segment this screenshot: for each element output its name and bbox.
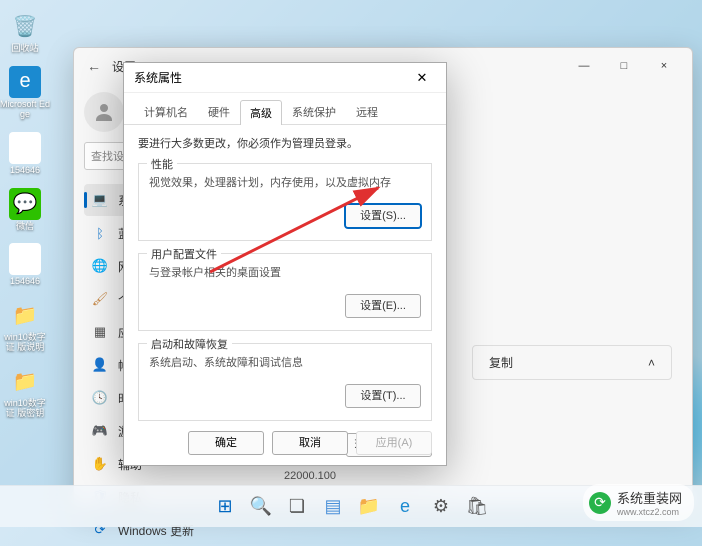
desktop-icon-folder-1[interactable]: 📁win10数字证 版说明 bbox=[0, 299, 50, 353]
ok-button[interactable]: 确定 bbox=[188, 431, 264, 455]
tab-3[interactable]: 系统保护 bbox=[282, 99, 346, 124]
store-icon: 🛍 bbox=[466, 496, 489, 517]
performance-settings-button[interactable]: 设置(S)... bbox=[345, 204, 421, 228]
desktop-icon-settings-shortcut-1[interactable]: ⚙ 154646 bbox=[0, 132, 50, 176]
taskbar-taskview[interactable]: ❏ bbox=[282, 492, 312, 522]
tab-0[interactable]: 计算机名 bbox=[134, 99, 198, 124]
settings-icon: ⚙ bbox=[433, 496, 449, 517]
desktop-icon-wechat[interactable]: 💬 微信 bbox=[0, 188, 50, 232]
wechat-icon: 💬 bbox=[9, 188, 41, 220]
cancel-button[interactable]: 取消 bbox=[272, 431, 348, 455]
nav-time-icon: 🕓 bbox=[92, 390, 108, 406]
folder-1-icon: 📁 bbox=[9, 299, 41, 331]
taskbar-start[interactable]: ⊞ bbox=[210, 492, 240, 522]
nav-gaming-icon: 🎮 bbox=[92, 423, 108, 439]
dialog-close-button[interactable]: ✕ bbox=[408, 67, 436, 89]
explorer-icon: 📁 bbox=[358, 496, 380, 517]
nav-apps-icon: ▦ bbox=[92, 324, 108, 340]
close-button[interactable]: × bbox=[644, 52, 684, 80]
tab-2[interactable]: 高级 bbox=[240, 100, 282, 125]
nav-personalization-icon: 🖌 bbox=[92, 291, 108, 307]
watermark-url: www.xtcz2.com bbox=[617, 507, 682, 517]
taskbar-explorer[interactable]: 📁 bbox=[354, 492, 384, 522]
taskbar-widgets[interactable]: ▤ bbox=[318, 492, 348, 522]
edge-icon: e bbox=[400, 496, 410, 517]
taskbar-edge[interactable]: e bbox=[390, 492, 420, 522]
edge-icon: e bbox=[9, 66, 41, 98]
user-profiles-group-desc: 与登录帐户相关的桌面设置 bbox=[149, 264, 421, 280]
dialog-title: 系统属性 bbox=[134, 69, 182, 86]
settings-shortcut-1-icon: ⚙ bbox=[9, 132, 41, 164]
startup-recovery-group-desc: 系统启动、系统故障和调试信息 bbox=[149, 354, 421, 370]
startup-recovery-group-title: 启动和故障恢复 bbox=[147, 336, 232, 352]
admin-required-message: 要进行大多数更改，你必须作为管理员登录。 bbox=[138, 135, 432, 151]
start-icon: ⊞ bbox=[217, 496, 232, 517]
startup-recovery-settings-button[interactable]: 设置(T)... bbox=[345, 384, 421, 408]
system-properties-dialog: 系统属性 ✕ 计算机名硬件高级系统保护远程 要进行大多数更改，你必须作为管理员登… bbox=[123, 62, 447, 466]
taskview-icon: ❏ bbox=[289, 496, 305, 517]
desktop-icon-label: 154646 bbox=[0, 166, 50, 176]
copy-button[interactable]: 复制 ˄ bbox=[472, 345, 672, 380]
watermark-text: 系统重装网 bbox=[617, 491, 682, 506]
performance-group-title: 性能 bbox=[147, 156, 177, 172]
nav-system-icon: 💻 bbox=[92, 192, 108, 208]
desktop-icon-folder-2[interactable]: 📁win10数字证 版密钥 bbox=[0, 365, 50, 419]
minimize-button[interactable]: — bbox=[564, 52, 604, 80]
nav-network-icon: 🌐 bbox=[92, 258, 108, 274]
folder-2-icon: 📁 bbox=[9, 365, 41, 397]
nav-accessibility-icon: ✋ bbox=[92, 456, 108, 472]
build-number: 22000.100 bbox=[284, 470, 672, 482]
desktop-icon-label: Microsoft Edge bbox=[0, 100, 50, 120]
watermark: ⟳ 系统重装网 www.xtcz2.com bbox=[583, 484, 694, 521]
taskbar-search[interactable]: 🔍 bbox=[246, 492, 276, 522]
recycle-bin-icon: 🗑️ bbox=[9, 10, 41, 42]
taskbar-store[interactable]: 🛍 bbox=[462, 492, 492, 522]
watermark-logo-icon: ⟳ bbox=[589, 492, 611, 514]
desktop-icon-label: win10数字证 版密钥 bbox=[0, 399, 50, 419]
user-profiles-group-title: 用户配置文件 bbox=[147, 246, 221, 262]
startup-recovery-group: 启动和故障恢复 系统启动、系统故障和调试信息 设置(T)... bbox=[138, 343, 432, 421]
user-profiles-group: 用户配置文件 与登录帐户相关的桌面设置 设置(E)... bbox=[138, 253, 432, 331]
nav-accounts-icon: 👤 bbox=[92, 357, 108, 373]
user-profiles-settings-button[interactable]: 设置(E)... bbox=[345, 294, 421, 318]
nav-bluetooth-icon: ᛒ bbox=[92, 225, 108, 241]
tab-1[interactable]: 硬件 bbox=[198, 99, 240, 124]
desktop-icon-label: 微信 bbox=[0, 222, 50, 232]
performance-group: 性能 视觉效果，处理器计划，内存使用，以及虚拟内存 设置(S)... bbox=[138, 163, 432, 241]
avatar bbox=[84, 92, 124, 132]
back-button[interactable]: ← bbox=[82, 58, 106, 74]
desktop-icon-label: 回收站 bbox=[0, 44, 50, 54]
tab-4[interactable]: 远程 bbox=[346, 99, 388, 124]
desktop-icon-edge[interactable]: eMicrosoft Edge bbox=[0, 66, 50, 120]
maximize-button[interactable]: □ bbox=[604, 52, 644, 80]
taskbar-settings[interactable]: ⚙ bbox=[426, 492, 456, 522]
desktop-icon-recycle-bin[interactable]: 🗑️ 回收站 bbox=[0, 10, 50, 54]
performance-group-desc: 视觉效果，处理器计划，内存使用，以及虚拟内存 bbox=[149, 174, 421, 190]
chevron-up-icon: ˄ bbox=[648, 356, 655, 370]
widgets-icon: ▤ bbox=[324, 496, 341, 517]
desktop-icon-label: win10数字证 版说明 bbox=[0, 333, 50, 353]
desktop-icon-settings-shortcut-2[interactable]: ⚙ 154646 bbox=[0, 243, 50, 287]
desktop-icon-label: 154646 bbox=[0, 277, 50, 287]
settings-shortcut-2-icon: ⚙ bbox=[9, 243, 41, 275]
search-icon: 🔍 bbox=[250, 496, 272, 517]
apply-button[interactable]: 应用(A) bbox=[356, 431, 432, 455]
